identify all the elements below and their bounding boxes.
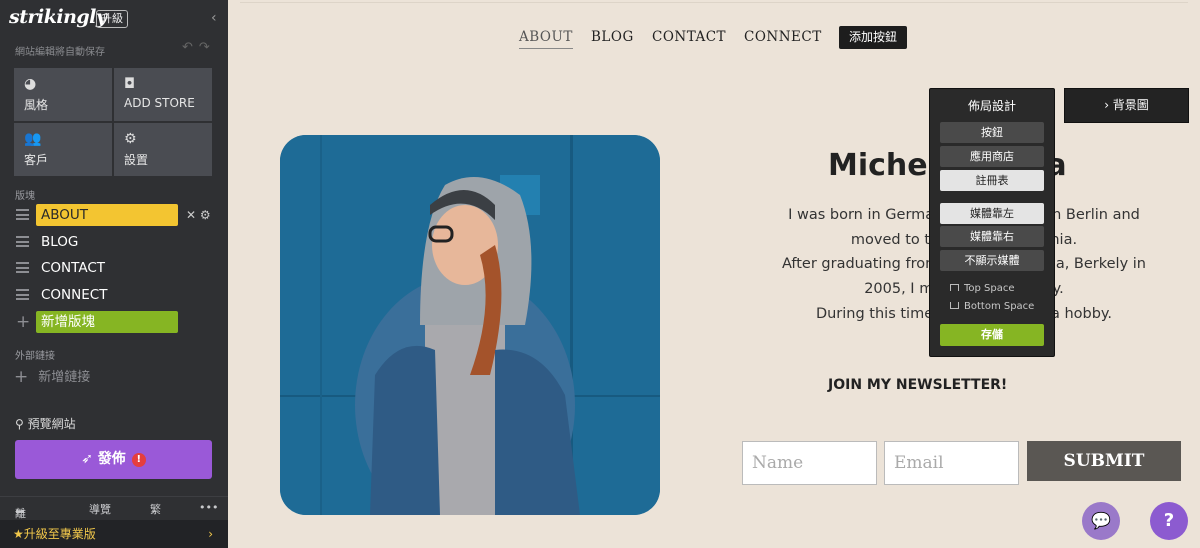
section-label-connect[interactable]: CONNECT	[36, 284, 178, 306]
gear-icon: ⚙	[124, 131, 137, 147]
rocket-icon: ➶	[81, 451, 93, 467]
editor-sidebar: strikingly 升級 ‹ 網站編輯將自動保存 ↶↷ ◕ 風格 ◘ ADD …	[0, 0, 228, 548]
layout-media-right[interactable]: 媒體靠右	[940, 226, 1044, 247]
settings-tiles: ◕ 風格 ◘ ADD STORE 👥 客戶 ⚙ 設置	[14, 68, 212, 176]
divider	[240, 2, 1188, 3]
drag-handle-icon[interactable]	[16, 262, 29, 273]
add-nav-button[interactable]: 添加按鈕	[839, 26, 907, 49]
section-row-connect[interactable]: CONNECT	[14, 284, 214, 306]
language-button[interactable]: 繁	[150, 501, 161, 517]
more-menu-button[interactable]: •••	[199, 501, 218, 514]
drag-handle-icon[interactable]	[16, 236, 29, 247]
tile-settings[interactable]: ⚙ 設置	[114, 123, 212, 176]
palette-icon: ◕	[24, 76, 37, 92]
top-space-toggle[interactable]: Top Space	[950, 283, 1015, 294]
section-label-blog[interactable]: BLOG	[36, 231, 178, 253]
tile-style[interactable]: ◕ 風格	[14, 68, 112, 121]
sections-heading: 版塊	[15, 191, 35, 202]
collapse-sidebar-icon[interactable]: ‹	[211, 10, 217, 26]
strikingly-logo[interactable]: strikingly	[9, 6, 107, 28]
bottom-space-toggle[interactable]: Bottom Space	[950, 301, 1034, 312]
chat-icon[interactable]: 💬	[1082, 502, 1120, 540]
chevron-right-icon: ›	[208, 527, 213, 541]
guide-button[interactable]: 導覽	[89, 501, 111, 517]
close-icon[interactable]: ✕	[186, 208, 196, 222]
plus-icon: +	[14, 367, 29, 387]
newsletter-email-input[interactable]: Email	[884, 441, 1019, 485]
top-space-icon	[950, 284, 959, 291]
profile-photo[interactable]	[280, 135, 660, 515]
upgrade-tag[interactable]: 升級	[96, 10, 128, 28]
upgrade-pro-label: 升級至專業版	[23, 527, 96, 541]
tile-settings-label: 設置	[124, 153, 149, 167]
newsletter-title[interactable]: JOIN MY NEWSLETTER!	[828, 377, 1007, 393]
site-nav: ABOUT BLOG CONTACT CONNECT	[228, 29, 1200, 51]
publish-button[interactable]: ➶ 發佈!	[15, 440, 212, 479]
star-icon: ★	[13, 527, 24, 541]
drag-handle-icon[interactable]	[16, 289, 29, 300]
tile-add-store[interactable]: ◘ ADD STORE	[114, 68, 212, 121]
nav-about[interactable]: ABOUT	[519, 29, 573, 49]
newsletter-submit-button[interactable]: SUBMIT	[1027, 441, 1181, 481]
add-link-label: 新增鏈接	[38, 370, 91, 385]
autosave-note: 網站編輯將自動保存	[15, 47, 105, 58]
add-link-button[interactable]: + 新增鏈接	[14, 366, 90, 387]
alert-badge: !	[131, 453, 146, 467]
drag-handle-icon[interactable]	[16, 209, 29, 220]
tile-customers[interactable]: 👥 客戶	[14, 123, 112, 176]
layout-option-button[interactable]: 按鈕	[940, 122, 1044, 143]
nav-contact[interactable]: CONTACT	[652, 29, 726, 45]
newsletter-name-input[interactable]: Name	[742, 441, 877, 485]
preview-label: 預覽網站	[27, 417, 76, 431]
bottom-space-icon	[950, 302, 959, 309]
section-row-about[interactable]: ABOUT ✕ ⚙	[14, 204, 214, 226]
layout-no-media[interactable]: 不顯示媒體	[940, 250, 1044, 271]
section-tools[interactable]: ✕ ⚙	[186, 208, 211, 222]
preview-site-link[interactable]: ⚲ 預覽網站	[15, 415, 76, 432]
section-row-contact[interactable]: CONTACT	[14, 257, 214, 279]
layout-design-panel: 佈局設計 按鈕 應用商店 註冊表 媒體靠左 媒體靠右 不顯示媒體 Top Spa…	[929, 88, 1055, 357]
layout-option-app-store[interactable]: 應用商店	[940, 146, 1044, 167]
search-icon: ⚲	[15, 417, 24, 431]
help-icon[interactable]: ?	[1150, 502, 1188, 540]
layout-panel-title: 佈局設計	[967, 99, 1016, 113]
add-section-row[interactable]: + 新增版塊	[14, 311, 214, 333]
section-label-contact[interactable]: CONTACT	[36, 257, 178, 279]
layout-option-signup-form[interactable]: 註冊表	[940, 170, 1044, 191]
layout-save-button[interactable]: 存儲	[940, 324, 1044, 346]
sidebar-bottom-bar: ⬅ 離開 導覽 繁 •••	[0, 496, 228, 536]
publish-label: 發佈	[97, 451, 126, 467]
undo-redo-icons[interactable]: ↶↷	[182, 40, 216, 55]
tile-customers-label: 客戶	[24, 153, 49, 167]
bottom-space-label: Bottom Space	[964, 301, 1035, 312]
nav-blog[interactable]: BLOG	[591, 29, 634, 45]
tile-style-label: 風格	[24, 98, 49, 112]
gear-icon[interactable]: ⚙	[200, 208, 211, 222]
add-section-button[interactable]: 新增版塊	[36, 311, 178, 333]
store-icon: ◘	[124, 76, 136, 92]
section-row-blog[interactable]: BLOG	[14, 231, 214, 253]
upgrade-pro-bar[interactable]: ★升級至專業版 ›	[0, 520, 228, 548]
tile-add-store-label: ADD STORE	[124, 96, 195, 110]
external-links-heading: 外部鏈接	[15, 351, 55, 362]
background-image-button[interactable]: › 背景圖	[1064, 88, 1189, 123]
plus-icon: +	[16, 312, 31, 332]
users-icon: 👥	[24, 131, 42, 147]
top-space-label: Top Space	[964, 283, 1015, 294]
profile-photo-illustration	[280, 135, 660, 515]
nav-connect[interactable]: CONNECT	[744, 29, 822, 45]
layout-media-left[interactable]: 媒體靠左	[940, 203, 1044, 224]
section-label-about[interactable]: ABOUT	[36, 204, 178, 226]
